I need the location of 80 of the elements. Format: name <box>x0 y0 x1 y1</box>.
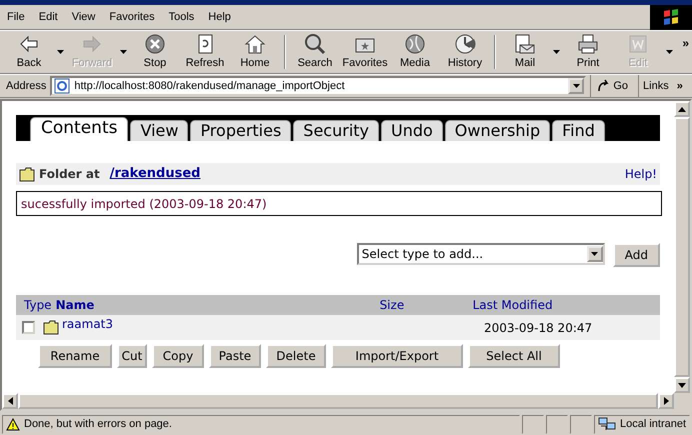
toolbar-button[interactable]: Print <box>563 31 613 73</box>
status-pane <box>522 414 544 434</box>
tab[interactable]: Properties <box>190 120 292 141</box>
column-header[interactable]: Name <box>52 296 376 314</box>
dropdown-button[interactable] <box>568 78 584 94</box>
item-name-link[interactable]: raamat3 <box>62 314 484 332</box>
type-select[interactable]: Select type to add... <box>356 243 605 265</box>
tab[interactable]: View <box>130 120 188 141</box>
add-button[interactable]: Add <box>612 243 660 267</box>
home-icon <box>244 32 266 55</box>
scroll-left-icon[interactable] <box>8 397 12 405</box>
menu-item[interactable]: Edit <box>32 10 65 24</box>
printer-icon <box>577 32 599 55</box>
zone-text: Local intranet <box>620 416 686 432</box>
more-button[interactable]: » <box>682 31 692 52</box>
search-icon <box>304 32 326 55</box>
toolbar-button[interactable]: Media <box>390 31 440 73</box>
globe-icon <box>404 32 426 55</box>
action-button[interactable]: Cut <box>117 344 147 368</box>
scroll-up-icon[interactable] <box>678 106 686 112</box>
stop-icon <box>144 32 166 55</box>
menu-item[interactable]: Favorites <box>102 10 162 24</box>
tab[interactable]: Undo <box>381 120 443 141</box>
address-field[interactable]: http://localhost:8080/rakendused/manage_importObject <box>50 76 586 96</box>
toolbar-button[interactable]: Mail <box>500 31 563 73</box>
checkbox[interactable] <box>22 321 35 334</box>
action-button[interactable]: Copy <box>152 344 204 368</box>
toolbar-button[interactable]: Back <box>4 31 67 73</box>
toolbar-button[interactable]: Home <box>230 31 280 73</box>
status-message: sucessfully imported (2003-09-18 20:47) <box>16 191 662 216</box>
network-icon <box>598 417 616 431</box>
menu-item[interactable]: View <box>64 10 102 24</box>
clock-icon <box>454 32 476 55</box>
status-text: Done, but with errors on page. <box>24 416 172 432</box>
document-icon <box>627 32 649 55</box>
toolbar-button[interactable]: Stop <box>130 31 180 73</box>
scroll-down-icon[interactable] <box>678 382 686 388</box>
go-arrow-icon <box>597 79 612 93</box>
column-header[interactable]: Size <box>376 296 469 314</box>
help-link[interactable]: Help! <box>624 165 657 183</box>
action-button[interactable]: Delete <box>266 344 326 368</box>
tab[interactable]: Security <box>293 120 379 141</box>
page-icon <box>54 78 70 94</box>
caret-icon[interactable] <box>553 50 560 54</box>
folder-icon <box>43 320 59 335</box>
menu-item[interactable]: File <box>0 10 32 24</box>
horizontal-scrollbar[interactable] <box>2 393 690 409</box>
status-pane <box>570 414 592 434</box>
folder-icon <box>19 166 35 182</box>
folder-path-link[interactable]: /rakendused <box>110 164 200 184</box>
menu-item[interactable]: Tools <box>162 10 202 24</box>
links-button[interactable]: Links <box>638 75 673 97</box>
go-button[interactable]: Go <box>590 75 634 97</box>
caret-icon <box>572 84 580 88</box>
folder-label: Folder at <box>39 166 100 183</box>
action-button[interactable]: Paste <box>209 344 261 368</box>
windows-logo-icon <box>650 4 692 30</box>
scroll-right-icon[interactable] <box>664 397 668 405</box>
tab[interactable]: Find <box>552 120 605 141</box>
toolbar-button[interactable]: Refresh <box>180 31 230 73</box>
more-button[interactable]: » <box>676 78 686 94</box>
warning-icon[interactable] <box>6 418 20 430</box>
column-header[interactable]: Type <box>16 296 52 314</box>
action-button[interactable]: Import/Export <box>331 344 463 368</box>
toolbar-button[interactable]: Favorites <box>340 31 390 73</box>
action-button[interactable]: Rename <box>38 344 112 368</box>
address-label: Address <box>6 78 46 94</box>
vertical-scrollbar[interactable] <box>674 101 690 393</box>
caret-icon[interactable] <box>591 252 598 256</box>
column-header[interactable]: Last Modified <box>468 296 553 314</box>
tab[interactable]: Ownership <box>444 120 550 141</box>
mail-icon <box>514 32 536 55</box>
status-pane <box>546 414 568 434</box>
toolbar-button[interactable]: Search <box>290 31 340 73</box>
modified-cell-text: 2003-09-18 20:47 <box>484 320 592 336</box>
caret-icon[interactable] <box>57 50 64 54</box>
tab[interactable]: Contents <box>30 117 128 141</box>
action-button[interactable]: Select All <box>468 344 560 368</box>
toolbar-button[interactable]: History <box>440 31 490 73</box>
menu-item[interactable]: Help <box>201 10 238 24</box>
